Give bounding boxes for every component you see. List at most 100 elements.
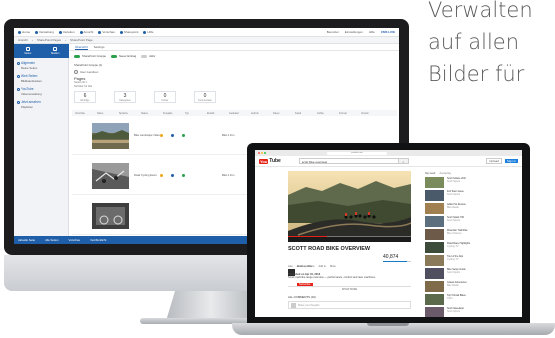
column-header[interactable]: Sprache: [119, 112, 141, 115]
topbar-item-verwaltung[interactable]: Verwaltung: [35, 30, 54, 34]
video-thumbnail[interactable]: [92, 203, 129, 229]
column-header[interactable]: Status: [141, 112, 163, 115]
column-header[interactable]: Dauer: [273, 112, 295, 115]
topbar-item-ansicht[interactable]: Ansicht: [79, 30, 93, 34]
circle-icon: [17, 74, 20, 78]
suggested-video-text: Road Race Highlights Cycling TV: [447, 242, 470, 253]
suggested-video[interactable]: Scott Speedster Scott Sports: [425, 307, 517, 317]
sign-in-button[interactable]: Sign in: [504, 159, 518, 163]
view-count: 40,874: [383, 254, 399, 260]
breadcrumb-item[interactable]: Ansicht: [18, 38, 28, 42]
suggested-video-thumbnail[interactable]: [425, 203, 444, 214]
column-header[interactable]: Vorschau: [75, 112, 97, 115]
column-header[interactable]: Typ: [185, 112, 207, 115]
toggle-switch[interactable]: [110, 54, 117, 58]
suggested-video-thumbnail[interactable]: [425, 216, 444, 227]
breadcrumb-item[interactable]: SharePoint Pages: [37, 38, 61, 42]
youtube-logo[interactable]: You Tube: [259, 158, 281, 164]
share-group-chip[interactable]: SharePoint Gruppe: [74, 54, 106, 58]
minimize-window-icon[interactable]: [261, 152, 263, 154]
more-button[interactable]: More: [330, 265, 336, 268]
suggested-video-thumbnail[interactable]: [425, 268, 444, 279]
sidebar-subitem[interactable]: Meine Seiten: [17, 66, 65, 70]
column-header[interactable]: Erstellt: [207, 112, 229, 115]
sidebar-item-web-seiten[interactable]: Web Seiten: [17, 74, 65, 78]
sidebar-subitem[interactable]: Bilddatenbanken: [17, 79, 65, 83]
video-controls[interactable]: [288, 237, 411, 242]
sidebar-subitem[interactable]: Videoverwaltung: [17, 92, 65, 96]
sidebar-tab-seiten[interactable]: Seiten: [18, 46, 38, 56]
breadcrumb-item[interactable]: SharePoint Page: [70, 38, 93, 42]
suggested-video[interactable]: Gravel Adventures Bike Radar: [425, 281, 517, 292]
autoplay-toggle[interactable]: Autoplay: [439, 171, 451, 175]
topbar-settings[interactable]: Einstellungen: [345, 30, 363, 34]
suggested-video[interactable]: Scott Spark 700 Scott Sports: [425, 216, 517, 227]
suggested-video-thumbnail[interactable]: [425, 307, 444, 317]
share-button[interactable]: Share: [308, 265, 315, 268]
column-header[interactable]: Größe: [317, 112, 339, 115]
video-thumbnail[interactable]: [92, 123, 129, 149]
column-header[interactable]: Freigabe: [163, 112, 185, 115]
active-chip[interactable]: Aktiv: [141, 54, 155, 58]
tab-settings[interactable]: Settings: [94, 45, 105, 49]
suggested-video[interactable]: Scott Solace 2014 Scott Sports: [425, 177, 517, 188]
topbar-item-verteilen[interactable]: Verteilen: [58, 30, 75, 34]
suggested-video[interactable]: Road Race Highlights Cycling TV: [425, 242, 517, 253]
column-header[interactable]: Format: [339, 112, 361, 115]
toggle-switch[interactable]: [74, 54, 80, 58]
sidebar-item-jetzt-ansehen[interactable]: Jetzt ansehen: [17, 100, 65, 104]
tab-ubersicht[interactable]: Übersicht: [75, 45, 88, 50]
media-icon: [53, 47, 58, 51]
column-header[interactable]: Aufrufe: [251, 112, 273, 115]
topbar-user[interactable]: Benutzer: [327, 30, 339, 34]
column-header[interactable]: Version: [361, 112, 383, 115]
suggested-video[interactable]: Tour of the Alps Cycling TV: [425, 255, 517, 266]
column-header[interactable]: Geändert: [229, 112, 251, 115]
tagline-line-3: Bilder für: [428, 62, 525, 86]
footer-item[interactable]: Aktuelle Seite: [18, 238, 35, 242]
suggested-video-thumbnail[interactable]: [425, 281, 444, 292]
sidebar-item-allgemein[interactable]: Allgemein: [17, 61, 65, 65]
sidebar-subitem[interactable]: Playlisten: [17, 105, 65, 109]
suggested-video-thumbnail[interactable]: [425, 177, 444, 188]
about-tab[interactable]: About: [297, 265, 304, 268]
suggested-video-thumbnail[interactable]: [425, 242, 444, 253]
suggested-video[interactable]: Addict SL Review Bike Radar: [425, 203, 517, 214]
suggested-video-thumbnail[interactable]: [425, 190, 444, 201]
footer-item[interactable]: Alle Seiten: [45, 238, 58, 242]
add-to-button[interactable]: Add to: [318, 265, 326, 268]
video-thumbnail[interactable]: [92, 163, 129, 189]
sidebar-tab-medien[interactable]: Medien: [45, 46, 65, 56]
suggested-video[interactable]: Mountain Trail Ride Bike Channel: [425, 229, 517, 240]
show-more-button[interactable]: SHOW MORE: [288, 286, 411, 291]
column-header[interactable]: Kanal: [295, 112, 317, 115]
suggested-video[interactable]: Top 5 Road Bikes GCN: [425, 294, 517, 305]
address-bar[interactable]: youtube.com: [327, 151, 387, 155]
topbar-help[interactable]: Hilfe: [369, 30, 375, 34]
search-input[interactable]: scott bike overview ⌕: [298, 158, 409, 164]
suggested-video-thumbnail[interactable]: [425, 255, 444, 266]
comment-input[interactable]: Share your thoughts: [288, 301, 411, 309]
upload-button[interactable]: Upload: [486, 158, 502, 164]
add-user-button[interactable]: User zuordnen: [74, 70, 98, 74]
suggested-video-thumbnail[interactable]: [425, 229, 444, 240]
topbar-item-hilfe[interactable]: Hilfe: [143, 30, 153, 34]
like-button[interactable]: Like: [288, 265, 293, 268]
suggested-video[interactable]: Bike Setup Guide Scott Sports: [425, 268, 517, 279]
topbar-item-sharepoint[interactable]: Sharepoint: [119, 30, 138, 34]
toggle-switch[interactable]: [141, 54, 148, 58]
new-entry-chip[interactable]: Neuer Eintrag: [110, 54, 136, 58]
topbar-item-vorschau[interactable]: Vorschau: [98, 30, 115, 34]
footer-item[interactable]: Vorschau: [68, 238, 80, 242]
suggested-video[interactable]: Foil Team Issue Scott Sports: [425, 190, 517, 201]
close-window-icon[interactable]: [258, 152, 260, 154]
sidebar-item-youtube[interactable]: YouTube: [17, 87, 65, 91]
suggested-video-thumbnail[interactable]: [425, 294, 444, 305]
column-header[interactable]: Name: [97, 112, 119, 115]
topbar-item-home[interactable]: Home: [18, 30, 30, 34]
maximize-window-icon[interactable]: [264, 152, 266, 154]
footer-item[interactable]: Veröffentlicht: [90, 238, 106, 242]
share-group-row[interactable]: SharePoint Gruppe (1): [74, 63, 102, 67]
search-icon[interactable]: ⌕: [397, 159, 408, 164]
video-player[interactable]: [288, 171, 411, 242]
